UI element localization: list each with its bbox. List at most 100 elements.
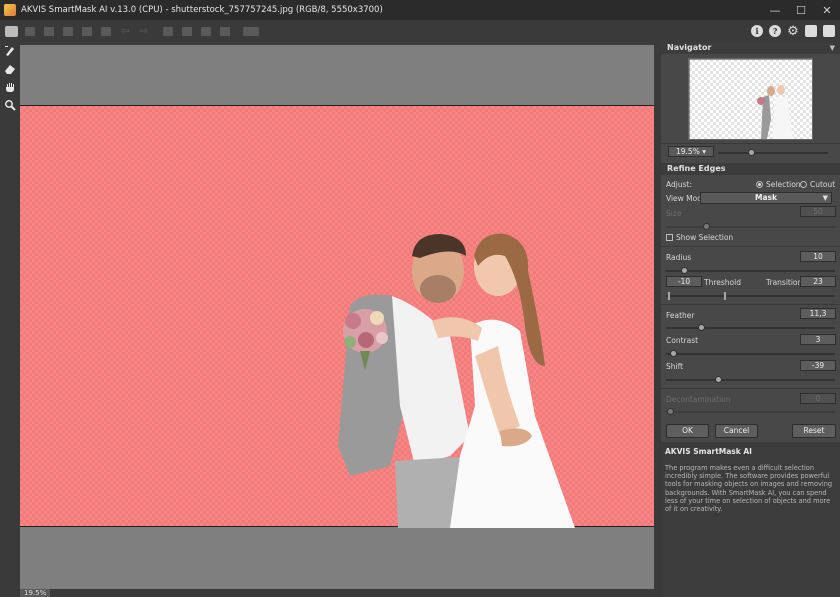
cancel-button[interactable]: Cancel [715, 424, 758, 438]
open-file-icon[interactable] [22, 24, 38, 38]
hand-icon[interactable] [0, 78, 20, 96]
notification-icon[interactable] [820, 22, 838, 40]
photo-icon[interactable] [802, 22, 820, 40]
threshold-label: Threshold [704, 278, 741, 287]
navigator-thumbnail[interactable] [688, 58, 813, 140]
image-canvas[interactable] [20, 105, 654, 528]
description-text: The program makes even a difficult selec… [665, 464, 833, 514]
zoom-icon[interactable] [0, 96, 20, 114]
after-icon[interactable] [179, 24, 195, 38]
decontamination-slider[interactable] [666, 408, 835, 415]
settings-panel: Navigator ▼ 19.5% ▾ Refine Edges Adjust:… [661, 42, 840, 597]
navigator-zoom-value: 19.5% [676, 147, 700, 156]
maximize-button[interactable]: ☐ [788, 0, 814, 20]
size-label: Size [666, 209, 682, 218]
size-knob[interactable] [703, 223, 710, 230]
navigator-title: Navigator [667, 43, 712, 52]
decontamination-input[interactable]: 0 [800, 393, 836, 404]
app-logo-icon [4, 4, 16, 16]
contrast-knob[interactable] [670, 350, 677, 357]
transition-input[interactable]: 23 [800, 276, 836, 287]
divider [661, 246, 840, 247]
navigator-zoom-knob[interactable] [748, 149, 755, 156]
undo-icon[interactable]: ⇦ [117, 24, 133, 38]
gear-icon: ⚙ [787, 23, 799, 39]
threshold-row: Threshold [704, 278, 764, 287]
radius-slider[interactable] [666, 267, 835, 274]
batch-icon[interactable] [98, 24, 114, 38]
mask-icon[interactable] [198, 24, 214, 38]
navigator-zoom-select[interactable]: 19.5% ▾ [668, 146, 714, 157]
shift-slider[interactable] [666, 376, 835, 383]
toolbar-right-group: i ? ⚙ [748, 22, 838, 40]
ok-button[interactable]: OK [666, 424, 709, 438]
save-file-icon[interactable] [41, 24, 57, 38]
show-selection-row[interactable]: Show Selection [666, 233, 837, 242]
refine-edges-header: Refine Edges [661, 163, 840, 175]
divider [661, 304, 840, 305]
background-icon[interactable] [217, 24, 233, 38]
decontamination-knob[interactable] [667, 408, 674, 415]
compare-icon[interactable] [241, 24, 261, 38]
navigator-zoom-slider[interactable] [718, 149, 828, 156]
close-button[interactable]: ✕ [814, 0, 840, 20]
description-box: AKVIS SmartMask AI The program makes eve… [661, 442, 840, 597]
contrast-label: Contrast [666, 336, 699, 345]
view-mode-select[interactable]: Mask ▼ [700, 192, 832, 204]
selection-radio[interactable]: Selection [756, 180, 801, 189]
radius-input[interactable]: 10 [800, 251, 836, 262]
help-icon[interactable]: ? [766, 22, 784, 40]
navigator-preview [689, 59, 812, 139]
shift-label: Shift [666, 362, 684, 371]
minimize-button[interactable]: — [762, 0, 788, 20]
contrast-slider[interactable] [666, 350, 835, 357]
info-icon[interactable]: i [748, 22, 766, 40]
canvas-area[interactable] [20, 45, 654, 589]
threshold-transition-slider[interactable] [666, 292, 835, 300]
adjust-label: Adjust: [666, 180, 692, 189]
show-selection-label: Show Selection [676, 233, 734, 242]
smart-brush-icon[interactable] [0, 42, 20, 60]
feather-input[interactable]: 11,3 [800, 308, 836, 319]
refine-edges-title: Refine Edges [667, 164, 726, 173]
panel-splitter[interactable] [654, 42, 661, 597]
selection-radio-dot [756, 181, 763, 188]
cutout-radio[interactable]: Cutout [800, 180, 835, 189]
cutout-radio-dot [800, 181, 807, 188]
collapse-icon[interactable]: ▼ [830, 42, 835, 54]
print-icon[interactable] [60, 24, 76, 38]
tools-panel [0, 42, 20, 597]
description-title: AKVIS SmartMask AI [665, 447, 752, 456]
navigator-header[interactable]: Navigator ▼ [661, 42, 840, 54]
size-input[interactable]: 50 [800, 206, 836, 217]
redo-icon[interactable]: ⇨ [136, 24, 152, 38]
feather-slider[interactable] [666, 324, 835, 331]
feather-knob[interactable] [698, 324, 705, 331]
divider [661, 143, 840, 144]
transition-label: Transition [766, 278, 803, 287]
eraser-icon[interactable] [0, 60, 20, 78]
shift-input[interactable]: -39 [800, 360, 836, 371]
settings-icon[interactable]: ⚙ [784, 22, 802, 40]
threshold-input[interactable]: -10 [666, 276, 702, 287]
zoom-status: 19.5% [20, 589, 51, 597]
selection-radio-label: Selection [766, 180, 801, 189]
divider [661, 388, 840, 389]
radius-knob[interactable] [681, 267, 688, 274]
radius-label: Radius [666, 253, 692, 262]
shift-knob[interactable] [715, 376, 722, 383]
threshold-handle[interactable] [668, 292, 670, 300]
size-slider[interactable] [666, 223, 835, 230]
decontamination-label: Decontamination [666, 395, 731, 404]
help-glyph: ? [769, 25, 781, 37]
contrast-input[interactable]: 3 [800, 334, 836, 345]
show-selection-checkbox[interactable] [666, 234, 673, 241]
transition-handle[interactable] [724, 292, 726, 300]
feather-label: Feather [666, 311, 695, 320]
title-bar: AKVIS SmartMask AI v.13.0 (CPU) - shutte… [0, 0, 840, 20]
reset-button[interactable]: Reset [792, 424, 836, 438]
info-glyph: i [751, 25, 763, 37]
home-icon[interactable] [3, 24, 19, 38]
share-icon[interactable] [79, 24, 95, 38]
before-icon[interactable] [160, 24, 176, 38]
